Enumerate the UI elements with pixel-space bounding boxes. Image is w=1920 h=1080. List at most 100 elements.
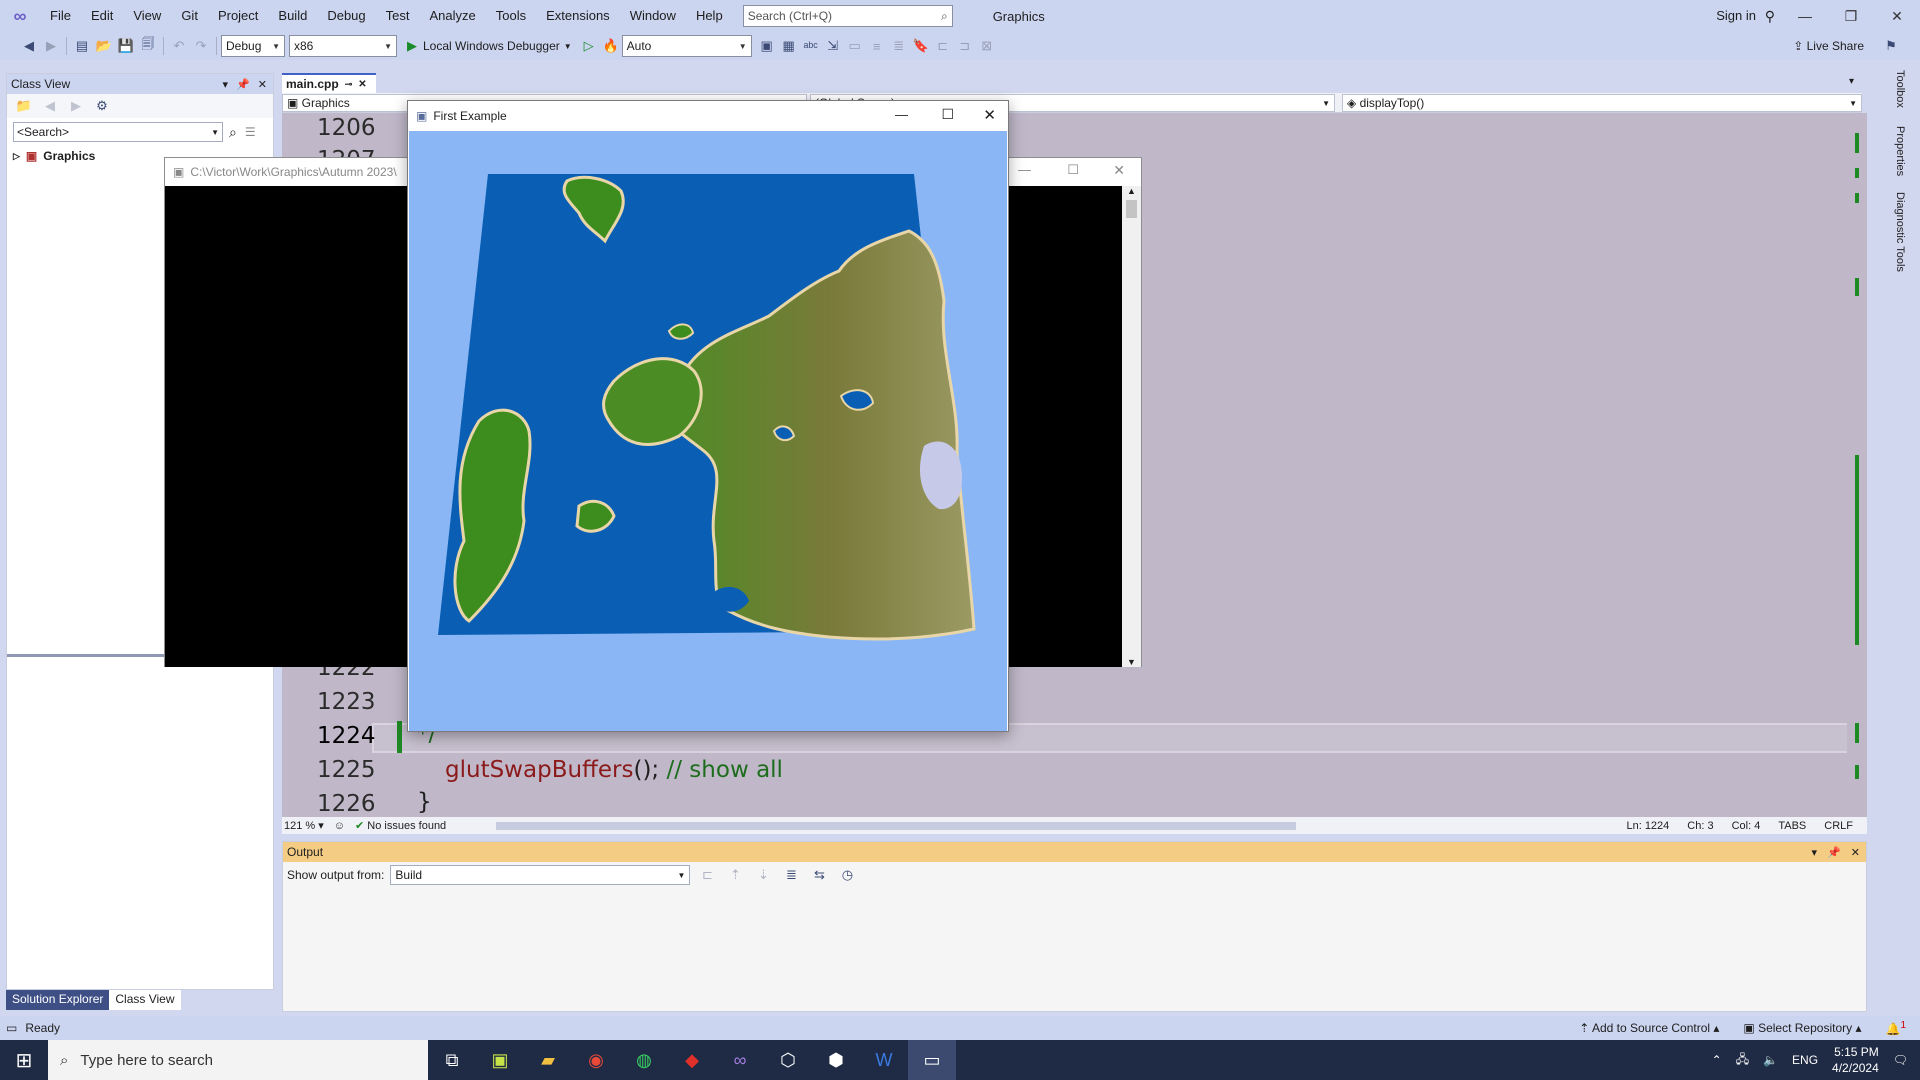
auto-dropdown[interactable]: Auto ▼: [621, 35, 752, 57]
menu-tools[interactable]: Tools: [486, 0, 536, 32]
close-icon[interactable]: ✕: [1851, 846, 1860, 859]
console-scrollbar[interactable]: ▲ ▼: [1122, 186, 1141, 667]
output-window-icon[interactable]: ▭: [6, 1021, 17, 1035]
pycharm-icon[interactable]: ▣: [476, 1040, 524, 1080]
menu-analyze[interactable]: Analyze: [419, 0, 485, 32]
pin-icon[interactable]: ⊸: [345, 79, 353, 90]
copilot-icon[interactable]: ☺: [334, 820, 345, 832]
taskbar-search-input[interactable]: ⌕ Type here to search: [48, 1040, 428, 1080]
close-button[interactable]: ✕: [1113, 162, 1125, 179]
filter-icon[interactable]: ☰: [245, 125, 256, 139]
menu-git[interactable]: Git: [171, 0, 208, 32]
tab-toolbox[interactable]: Toolbox: [1894, 70, 1906, 108]
save-icon[interactable]: 💾: [115, 35, 137, 57]
bookmark-icon[interactable]: 🔖: [910, 35, 932, 57]
panel-menu-icon[interactable]: ▾: [1812, 846, 1818, 859]
acrobat-icon[interactable]: ◆: [668, 1040, 716, 1080]
issues-indicator[interactable]: ✔ No issues found: [355, 819, 446, 832]
menu-file[interactable]: File: [40, 0, 81, 32]
visual-studio-logo-icon[interactable]: ∞: [0, 0, 40, 32]
editor-vertical-scrollbar[interactable]: [1847, 113, 1867, 817]
expand-icon[interactable]: ▷: [13, 151, 20, 162]
menu-test[interactable]: Test: [376, 0, 420, 32]
menu-build[interactable]: Build: [268, 0, 317, 32]
minimize-button[interactable]: —: [895, 107, 908, 122]
maximize-button[interactable]: ☐: [941, 106, 954, 123]
tab-overflow-icon[interactable]: ▾: [1841, 73, 1862, 93]
zoom-dropdown[interactable]: 121 % ▾: [282, 819, 324, 832]
class-view-search-input[interactable]: <Search> ▼: [13, 122, 223, 142]
language-indicator[interactable]: ENG: [1792, 1053, 1818, 1067]
back-icon[interactable]: ◀: [18, 35, 40, 57]
feedback-icon[interactable]: ⚑: [1880, 35, 1902, 57]
open-folder-icon[interactable]: 📂: [93, 35, 115, 57]
platform-dropdown[interactable]: x86 ▼: [289, 35, 397, 57]
live-share-button[interactable]: ⇪ Live Share: [1793, 36, 1864, 56]
new-project-icon[interactable]: ▤: [71, 35, 93, 57]
gl-window-title-bar[interactable]: ▣ First Example — ☐ ✕: [408, 101, 1008, 131]
maximize-button[interactable]: ☐: [1067, 162, 1079, 178]
notification-center-icon[interactable]: 🗨: [1893, 1053, 1908, 1067]
network-icon[interactable]: 🖧: [1736, 1050, 1749, 1071]
line-indicator[interactable]: Ln: 1224: [1626, 820, 1669, 832]
layout-icon[interactable]: ▦: [778, 35, 800, 57]
uncomment-icon[interactable]: ≣: [888, 35, 910, 57]
menu-debug[interactable]: Debug: [317, 0, 375, 32]
restore-button[interactable]: ❐: [1828, 0, 1874, 32]
comment-icon[interactable]: ≡: [866, 35, 888, 57]
clock[interactable]: 5:15 PM 4/2/2024: [1832, 1044, 1879, 1076]
chrome-icon[interactable]: ◉: [572, 1040, 620, 1080]
menu-window[interactable]: Window: [620, 0, 686, 32]
close-button[interactable]: ✕: [983, 106, 996, 124]
word-icon[interactable]: W: [860, 1040, 908, 1080]
show-hidden-icons-icon[interactable]: ⌃: [1712, 1053, 1722, 1067]
next-message-icon[interactable]: ⇣: [752, 864, 774, 886]
menu-project[interactable]: Project: [208, 0, 268, 32]
output-source-dropdown[interactable]: Build ▼: [390, 865, 691, 885]
console-app-icon[interactable]: ▭: [908, 1040, 956, 1080]
bookmark-clear-icon[interactable]: ⊠: [976, 35, 998, 57]
unity-hub-icon[interactable]: ⬢: [812, 1040, 860, 1080]
start-debugging-button[interactable]: ▶ Local Windows Debugger ▼: [401, 38, 578, 54]
scroll-up-icon[interactable]: ▲: [1122, 186, 1141, 196]
member-dropdown[interactable]: ◈ displayTop() ▼: [1342, 94, 1862, 112]
search-icon[interactable]: ⌕: [229, 124, 237, 141]
close-icon[interactable]: ✕: [258, 78, 267, 91]
find-message-icon[interactable]: ⊏: [696, 864, 718, 886]
menu-extensions[interactable]: Extensions: [536, 0, 620, 32]
step-icon[interactable]: ⇲: [822, 35, 844, 57]
browse-icon[interactable]: ▣: [756, 35, 778, 57]
close-button[interactable]: ✕: [1874, 0, 1920, 32]
add-source-control-button[interactable]: ⇡ Add to Source Control ▴: [1579, 1021, 1719, 1035]
volume-icon[interactable]: 🔈: [1763, 1053, 1778, 1067]
task-view-icon[interactable]: ⧉: [428, 1040, 476, 1080]
tab-class-view[interactable]: Class View: [109, 990, 181, 1010]
new-folder-icon[interactable]: 📁: [13, 95, 35, 117]
notifications-button[interactable]: 🔔1: [1885, 1020, 1906, 1036]
search-input[interactable]: Search (Ctrl+Q) ⌕: [742, 5, 953, 27]
tab-diagnostic-tools[interactable]: Diagnostic Tools: [1894, 192, 1906, 272]
configuration-dropdown[interactable]: Debug ▼: [221, 35, 285, 57]
prev-message-icon[interactable]: ⇡: [724, 864, 746, 886]
first-example-window[interactable]: ▣ First Example — ☐ ✕: [407, 100, 1009, 732]
visual-studio-icon[interactable]: ∞: [716, 1040, 764, 1080]
close-icon[interactable]: ✕: [358, 79, 366, 90]
minimize-button[interactable]: —: [1018, 162, 1031, 177]
tab-properties[interactable]: Properties: [1894, 126, 1906, 176]
file-explorer-icon[interactable]: ▰: [524, 1040, 572, 1080]
clear-all-icon[interactable]: ≣: [780, 864, 802, 886]
back-icon[interactable]: ◀: [39, 95, 61, 117]
forward-icon[interactable]: ▶: [65, 95, 87, 117]
menu-edit[interactable]: Edit: [81, 0, 123, 32]
panel-menu-icon[interactable]: ▾: [223, 78, 229, 91]
start-without-debugging-icon[interactable]: ▷: [578, 35, 600, 57]
bookmark-next-icon[interactable]: ⊐: [954, 35, 976, 57]
minimize-button[interactable]: —: [1782, 0, 1828, 32]
unity-icon[interactable]: ⬡: [764, 1040, 812, 1080]
pin-icon[interactable]: 📌: [1827, 846, 1841, 859]
undo-icon[interactable]: ↶: [168, 35, 190, 57]
char-indicator[interactable]: Ch: 3: [1687, 820, 1713, 832]
select-repository-button[interactable]: ▣ Select Repository ▴: [1743, 1021, 1861, 1035]
spell-check-icon[interactable]: ᵃᵇᶜ: [800, 35, 822, 57]
format-icon[interactable]: ▭: [844, 35, 866, 57]
